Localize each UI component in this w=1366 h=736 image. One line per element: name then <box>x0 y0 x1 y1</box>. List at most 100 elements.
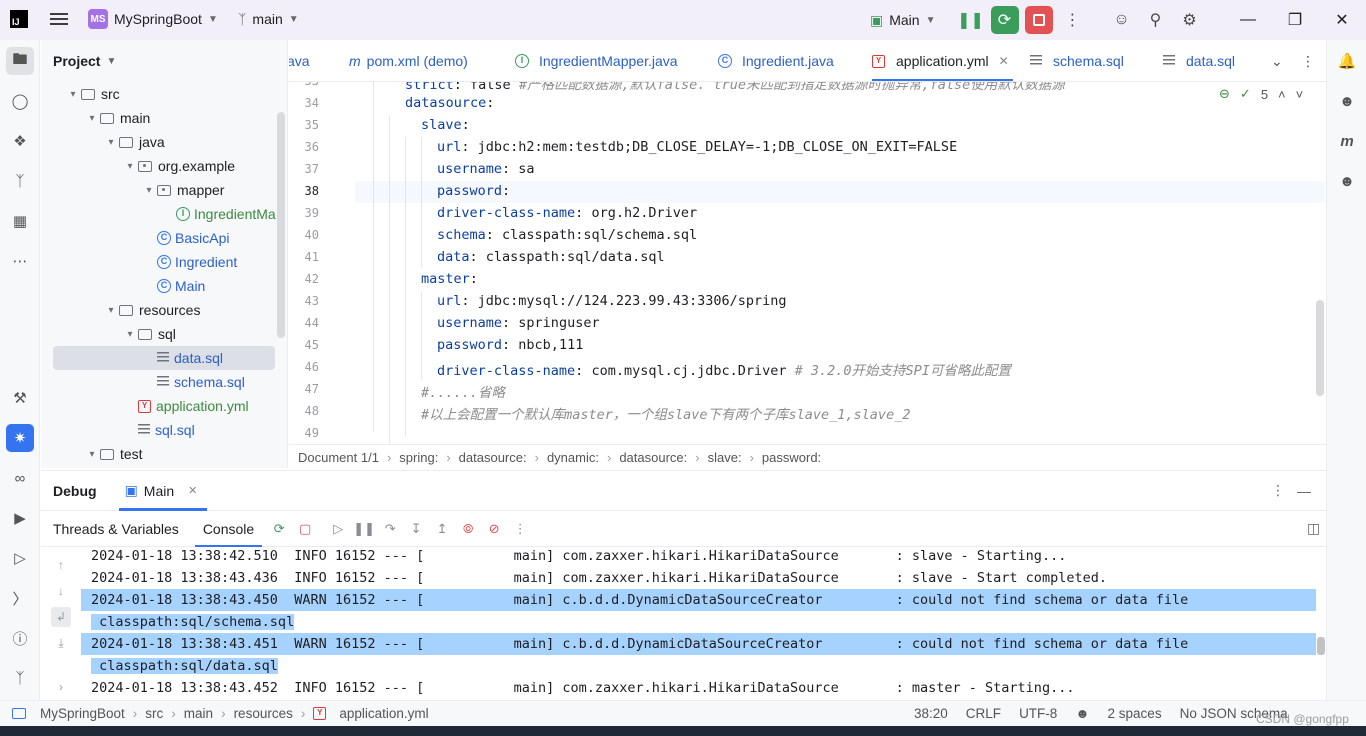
project-panel-header[interactable]: Project ▼ <box>41 40 287 82</box>
status-breadcrumb-item[interactable]: MySpringBoot <box>40 706 125 721</box>
status-breadcrumb-item[interactable]: main <box>184 706 213 721</box>
debug-bug-icon[interactable]: ✷ <box>6 424 34 452</box>
ai-assistant-icon[interactable]: ☻ <box>1333 87 1361 115</box>
chevron-down-icon[interactable]: ▾ <box>84 113 100 124</box>
more-tools-icon[interactable]: ⋯ <box>6 247 34 275</box>
arrow-up-icon[interactable]: ↑ <box>51 555 71 575</box>
maven-icon[interactable]: m <box>1333 127 1361 155</box>
breadcrumb-item[interactable]: dynamic: <box>547 450 599 465</box>
tree-item-main[interactable]: C Main <box>141 274 205 298</box>
status-breadcrumb-item[interactable]: application.yml <box>339 706 428 721</box>
minimize-panel-icon[interactable]: — <box>1297 483 1311 499</box>
breadcrumb-item[interactable]: slave: <box>708 450 742 465</box>
chevron-down-icon[interactable]: ▾ <box>84 449 100 460</box>
build-hammer-icon[interactable]: ⚒ <box>6 384 34 412</box>
add-user-icon[interactable]: ☺ <box>1108 6 1136 34</box>
rerun-icon[interactable]: ⟳ <box>267 517 291 541</box>
git-icon[interactable]: ᛉ <box>6 664 34 692</box>
debug-session-tab[interactable]: ▣ Main ✕ <box>118 471 208 511</box>
intellij-logo-icon[interactable]: IJ <box>10 10 28 28</box>
file-encoding[interactable]: UTF-8 <box>1019 706 1057 721</box>
tree-item-test[interactable]: ▾ test <box>84 442 142 466</box>
code-editor[interactable]: 33 34 35 36 37 38 39 40 41 42 43 44 45 46 47 48 49 stric… <box>289 82 1326 444</box>
tree-item-ingredient[interactable]: C Ingredient <box>141 250 237 274</box>
step-over-icon[interactable]: ↷ <box>378 517 402 541</box>
breadcrumb-item[interactable]: datasource: <box>459 450 527 465</box>
tree-item-basicapi[interactable]: C BasicApi <box>141 226 229 250</box>
breadcrumb-item[interactable]: spring: <box>399 450 438 465</box>
tab-ingredient-mapper[interactable]: I IngredientMapper.java <box>515 40 678 81</box>
profiler-icon[interactable]: ▶ <box>6 504 34 532</box>
close-window-button[interactable]: ✕ <box>1319 6 1365 34</box>
breadcrumb-item[interactable]: Document 1/1 <box>298 450 379 465</box>
editor-scrollbar[interactable] <box>1316 300 1324 396</box>
tree-item-data-sql[interactable]: data.sql <box>53 346 275 370</box>
restore-window-button[interactable]: ❐ <box>1272 6 1318 34</box>
stop-icon[interactable]: ▢ <box>293 517 317 541</box>
caret-position[interactable]: 38:20 <box>914 706 948 721</box>
tree-item-sql[interactable]: ▾ sql <box>122 322 175 346</box>
tab-threads-variables[interactable]: Threads & Variables <box>41 511 191 547</box>
chevron-down-icon[interactable]: ⌄ <box>1271 40 1283 81</box>
tree-item-mapper[interactable]: ▾ mapper <box>141 178 224 202</box>
arrow-down-icon[interactable]: ↓ <box>51 581 71 601</box>
tree-item-org-example[interactable]: ▾ org.example <box>122 154 235 178</box>
project-switcher[interactable]: MS MySpringBoot ▼ <box>88 9 218 29</box>
tab-data-sql[interactable]: data.sql <box>1163 40 1235 81</box>
close-icon[interactable]: ✕ <box>188 484 197 497</box>
tree-item-application-yml[interactable]: Yapplication.yml <box>122 394 249 418</box>
more-tabs-icon[interactable]: ⋮ <box>1301 40 1315 81</box>
mute-breakpoints-icon[interactable]: ⊘ <box>482 517 506 541</box>
status-breadcrumb-item[interactable]: src <box>145 706 163 721</box>
rerun-debug-button[interactable]: ⟳ <box>990 6 1019 34</box>
layout-icon[interactable]: ◫ <box>1307 520 1320 537</box>
more-actions-icon[interactable]: ⋮ <box>1059 6 1087 34</box>
project-scrollbar[interactable] <box>277 112 285 338</box>
pull-requests-icon[interactable]: ᛉ <box>6 167 34 195</box>
chevron-up-icon[interactable]: ˄ <box>1278 87 1286 102</box>
tree-item-java[interactable]: ▾ java <box>103 130 164 154</box>
soft-wrap-icon[interactable]: ↲ <box>51 607 71 627</box>
notifications-bell-icon[interactable]: 🔔 <box>1333 47 1361 75</box>
resume-program-icon[interactable]: ▷ <box>326 517 350 541</box>
minimize-window-button[interactable]: — <box>1225 6 1271 34</box>
chevron-down-icon[interactable]: ▾ <box>65 89 81 100</box>
console-scrollbar[interactable] <box>1317 637 1325 655</box>
database-icon[interactable]: ☻ <box>1333 167 1361 195</box>
gear-icon[interactable]: ⚙ <box>1176 6 1204 34</box>
stop-button[interactable] <box>1024 6 1053 34</box>
step-out-icon[interactable]: ↥ <box>430 517 454 541</box>
close-icon[interactable]: ✕ <box>999 54 1009 68</box>
project-folder-icon[interactable]: 🖿 <box>6 47 34 75</box>
terminal-icon[interactable]: 〉 <box>6 584 34 612</box>
tree-item-ingredientma[interactable]: I IngredientMa <box>160 202 276 226</box>
tab-pom-xml[interactable]: m pom.xml (demo) <box>349 40 468 81</box>
tree-item-main[interactable]: ▾ main <box>84 106 150 130</box>
copilot-icon[interactable]: ☻ <box>1075 706 1089 721</box>
more-icon[interactable]: ⋮ <box>508 517 532 541</box>
resume-icon[interactable]: ❚❚ <box>957 6 985 34</box>
console-output[interactable]: 2024-01-18 13:38:42.510 INFO 16152 --- [… <box>81 547 1326 701</box>
search-icon[interactable]: ⚲ <box>1142 6 1170 34</box>
tree-item-sql-sql[interactable]: sql.sql <box>122 418 195 442</box>
breadcrumb-item[interactable]: password: <box>762 450 821 465</box>
branch-switcher[interactable]: ᛉ main ▼ <box>238 11 299 27</box>
run-configuration-selector[interactable]: ▣ Main ▼ <box>870 12 936 29</box>
scroll-to-end-icon[interactable]: ⤓ <box>51 633 71 653</box>
chevron-down-icon[interactable]: ˅ <box>1296 87 1304 102</box>
chevron-down-icon[interactable]: ▾ <box>122 161 138 172</box>
structure-icon[interactable]: ▦ <box>6 207 34 235</box>
view-breakpoints-icon[interactable]: ⦾ <box>456 517 480 541</box>
tree-item-src[interactable]: ▾ src <box>65 82 119 106</box>
tree-item-schema-sql[interactable]: schema.sql <box>141 370 245 394</box>
problems-icon[interactable]: ⓘ <box>6 624 34 652</box>
tree-item-resources[interactable]: ▾ resources <box>103 298 200 322</box>
step-into-icon[interactable]: ↧ <box>404 517 428 541</box>
breadcrumb-item[interactable]: datasource: <box>619 450 687 465</box>
inspection-widget[interactable]: ⊖ ✓ 5 ˄ ˅ <box>1219 86 1303 102</box>
tab-ingredient[interactable]: C Ingredient.java <box>718 40 834 81</box>
run-icon[interactable]: ▷ <box>6 544 34 572</box>
more-options-icon[interactable]: ⋮ <box>1271 482 1285 499</box>
chevron-down-icon[interactable]: ▾ <box>103 137 119 148</box>
status-breadcrumb-item[interactable]: resources <box>234 706 293 721</box>
